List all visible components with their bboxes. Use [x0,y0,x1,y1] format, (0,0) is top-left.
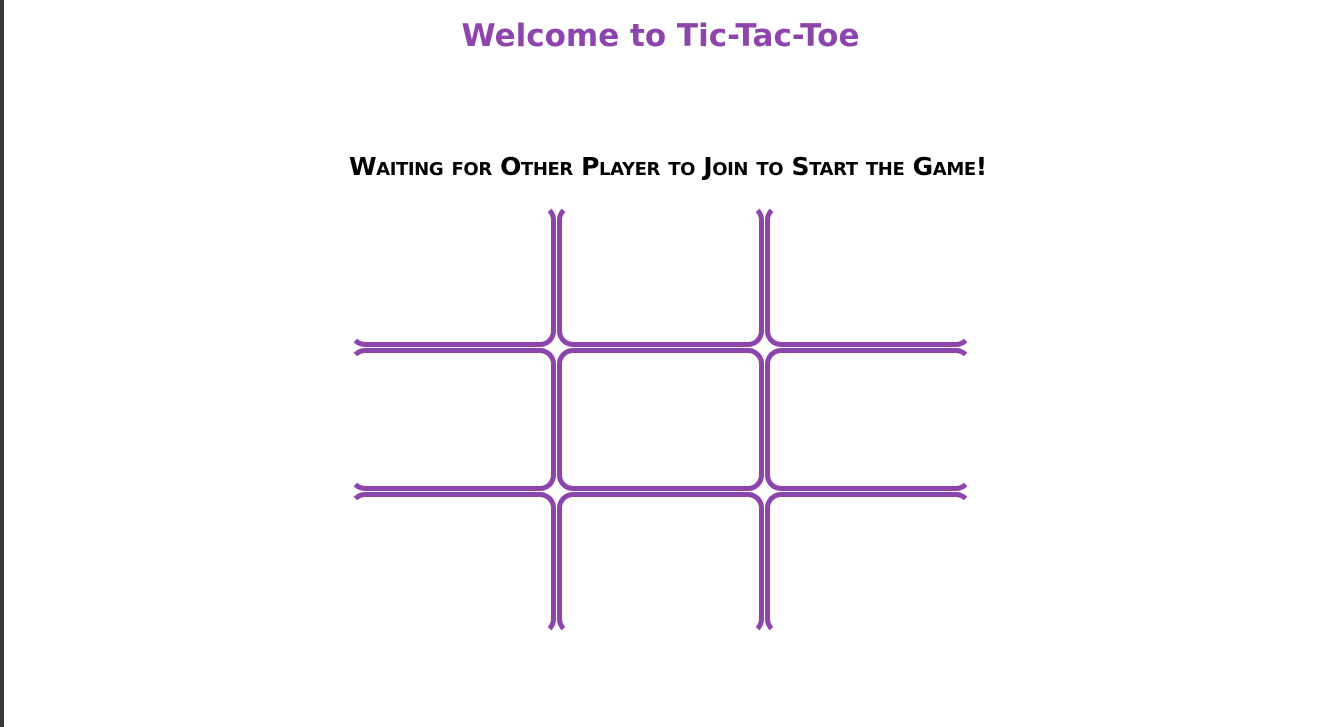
board-cell-6[interactable] [765,348,972,491]
board-cell-5[interactable] [557,348,764,491]
board-cell-9[interactable] [765,492,972,635]
game-status: Waiting for Other Player to Join to Star… [349,152,987,181]
board-cell-2[interactable] [557,204,764,347]
board-cell-1[interactable] [349,204,556,347]
board-cell-3[interactable] [765,204,972,347]
board-cell-4[interactable] [349,348,556,491]
page-title: Welcome to Tic-Tac-Toe [461,18,860,54]
window-left-edge [0,0,4,727]
game-board [349,204,972,635]
board-cell-7[interactable] [349,492,556,635]
board-cell-8[interactable] [557,492,764,635]
